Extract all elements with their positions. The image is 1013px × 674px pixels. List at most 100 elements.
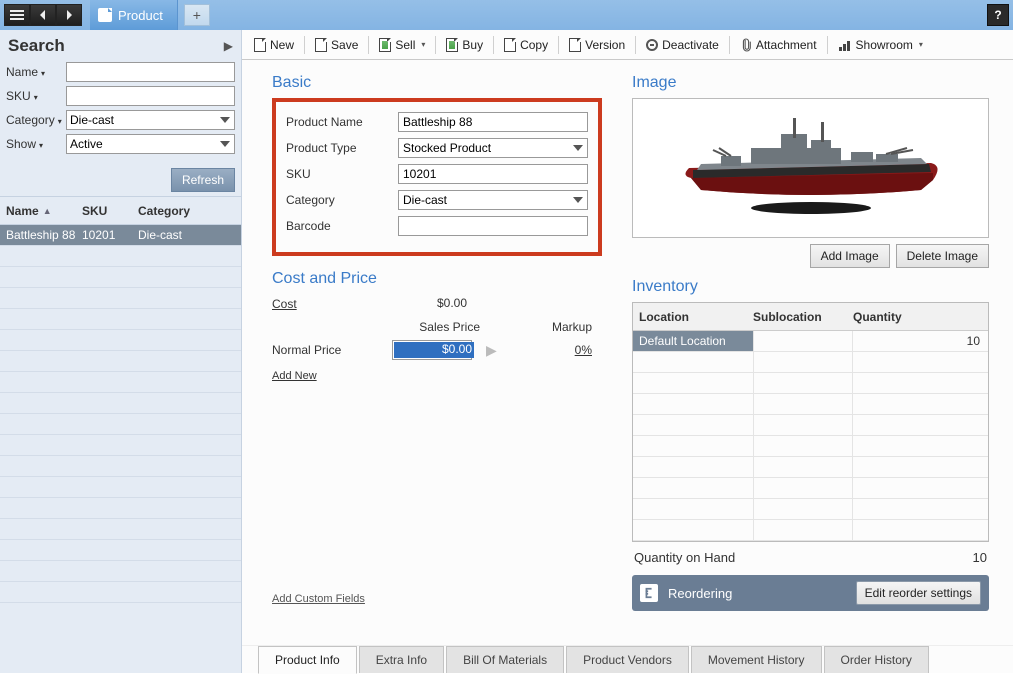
inv-row[interactable] (633, 415, 988, 436)
buy-button[interactable]: Buy (440, 34, 489, 56)
forward-button[interactable] (56, 4, 82, 26)
tab-vendors[interactable]: Product Vendors (566, 646, 689, 673)
tab-order-history[interactable]: Order History (824, 646, 929, 673)
inv-row[interactable] (633, 394, 988, 415)
inv-row[interactable] (633, 436, 988, 457)
search-show-select[interactable]: Active (66, 134, 235, 154)
inv-hdr-qty[interactable]: Quantity (853, 310, 988, 324)
inv-hdr-location[interactable]: Location (633, 310, 753, 324)
grid-row[interactable] (0, 330, 241, 351)
showroom-button[interactable]: Showroom▾ (832, 34, 929, 56)
grid-row[interactable] (0, 498, 241, 519)
edit-reorder-button[interactable]: Edit reorder settings (856, 581, 981, 605)
barcode-input[interactable] (398, 216, 588, 236)
sku-input[interactable] (398, 164, 588, 184)
titlebar: Product + ? (0, 0, 1013, 30)
normal-price-input[interactable] (392, 340, 472, 360)
copy-button[interactable]: Copy (498, 34, 554, 56)
reorder-label: Reordering (668, 586, 846, 601)
grid-row[interactable] (0, 309, 241, 330)
grid-row[interactable]: Battleship 88 10201 Die-cast (0, 225, 241, 246)
markup-link[interactable]: 0% (575, 343, 602, 357)
grid-row[interactable] (0, 519, 241, 540)
inv-row[interactable] (633, 457, 988, 478)
add-tab-button[interactable]: + (184, 4, 210, 26)
sell-button[interactable]: Sell▾ (373, 34, 431, 56)
attachment-button[interactable]: Attachment (734, 34, 823, 56)
product-type-select[interactable]: Stocked Product (398, 138, 588, 158)
product-name-label: Product Name (286, 115, 398, 129)
inv-row[interactable] (633, 520, 988, 541)
grid-row[interactable] (0, 435, 241, 456)
delete-image-button[interactable]: Delete Image (896, 244, 989, 268)
grid-row[interactable] (0, 351, 241, 372)
grid-row[interactable] (0, 414, 241, 435)
version-button[interactable]: Version (563, 34, 631, 56)
tab-product[interactable]: Product (90, 0, 178, 30)
grid-cell-name: Battleship 88 (0, 228, 82, 242)
search-sku-label: SKU▾ (6, 89, 66, 103)
cost-link[interactable]: Cost (272, 297, 392, 311)
new-button[interactable]: New (248, 34, 300, 56)
search-sku-input[interactable] (66, 86, 235, 106)
grid-row[interactable] (0, 267, 241, 288)
deactivate-button[interactable]: Deactivate (640, 34, 725, 56)
markup-hdr: Markup (480, 320, 602, 334)
grid-row[interactable] (0, 477, 241, 498)
grid-row[interactable] (0, 540, 241, 561)
search-name-input[interactable] (66, 62, 235, 82)
grid-row[interactable] (0, 582, 241, 603)
grid-row[interactable] (0, 456, 241, 477)
bottom-tabs: Product Info Extra Info Bill Of Material… (242, 645, 1013, 673)
grid-hdr-category[interactable]: Category (138, 204, 241, 218)
menu-icon[interactable] (4, 4, 30, 26)
product-type-label: Product Type (286, 141, 398, 155)
tab-extra-info[interactable]: Extra Info (359, 646, 444, 673)
sku-label: SKU (286, 167, 398, 181)
grid-cell-category: Die-cast (138, 228, 241, 242)
grid-row[interactable] (0, 246, 241, 267)
cost-price-section: Cost and Price Cost $0.00 Sales Price Ma… (272, 270, 602, 382)
grid-row[interactable] (0, 288, 241, 309)
grid-row[interactable] (0, 372, 241, 393)
inv-row[interactable] (633, 352, 988, 373)
tab-movement[interactable]: Movement History (691, 646, 822, 673)
sidebar: Search ▶ Name▾ SKU▾ Category▾ Die-cast S… (0, 30, 242, 673)
play-icon[interactable]: ▶ (486, 342, 497, 359)
tab-bom[interactable]: Bill Of Materials (446, 646, 564, 673)
help-button[interactable]: ? (987, 4, 1009, 26)
add-custom-fields-link[interactable]: Add Custom Fields (272, 593, 365, 605)
copy-icon (504, 38, 516, 52)
search-category-select[interactable]: Die-cast (66, 110, 235, 130)
tab-product-info[interactable]: Product Info (258, 646, 357, 674)
grid-hdr-name[interactable]: Name▲ (0, 204, 82, 218)
inv-hdr-sub[interactable]: Sublocation (753, 310, 853, 324)
add-new-link[interactable]: Add New (272, 370, 317, 382)
refresh-button[interactable]: Refresh (171, 168, 235, 192)
inv-row[interactable] (633, 373, 988, 394)
add-image-button[interactable]: Add Image (810, 244, 890, 268)
back-button[interactable] (30, 4, 56, 26)
grid-row[interactable] (0, 393, 241, 414)
inventory-title: Inventory (632, 278, 989, 296)
battleship-icon (671, 108, 951, 228)
inv-row[interactable] (633, 499, 988, 520)
inv-row[interactable]: Default Location 10 (633, 331, 988, 352)
collapse-icon[interactable]: ▶ (224, 39, 233, 53)
paperclip-icon (740, 38, 752, 52)
nav-buttons (4, 4, 82, 26)
cost-price-title: Cost and Price (272, 270, 602, 288)
save-button[interactable]: Save (309, 34, 364, 56)
category-label: Category (286, 193, 398, 207)
product-name-input[interactable] (398, 112, 588, 132)
grid-hdr-sku[interactable]: SKU (82, 204, 138, 218)
sort-asc-icon: ▲ (43, 206, 52, 216)
cost-value: $0.00 (392, 294, 472, 314)
category-select[interactable]: Die-cast (398, 190, 588, 210)
reorder-bar: Reordering Edit reorder settings (632, 575, 989, 611)
product-image (632, 98, 989, 238)
inv-row[interactable] (633, 478, 988, 499)
toolbar: New Save Sell▾ Buy Copy Version Deactiva… (242, 30, 1013, 60)
grid-row[interactable] (0, 561, 241, 582)
sell-icon (379, 38, 391, 52)
